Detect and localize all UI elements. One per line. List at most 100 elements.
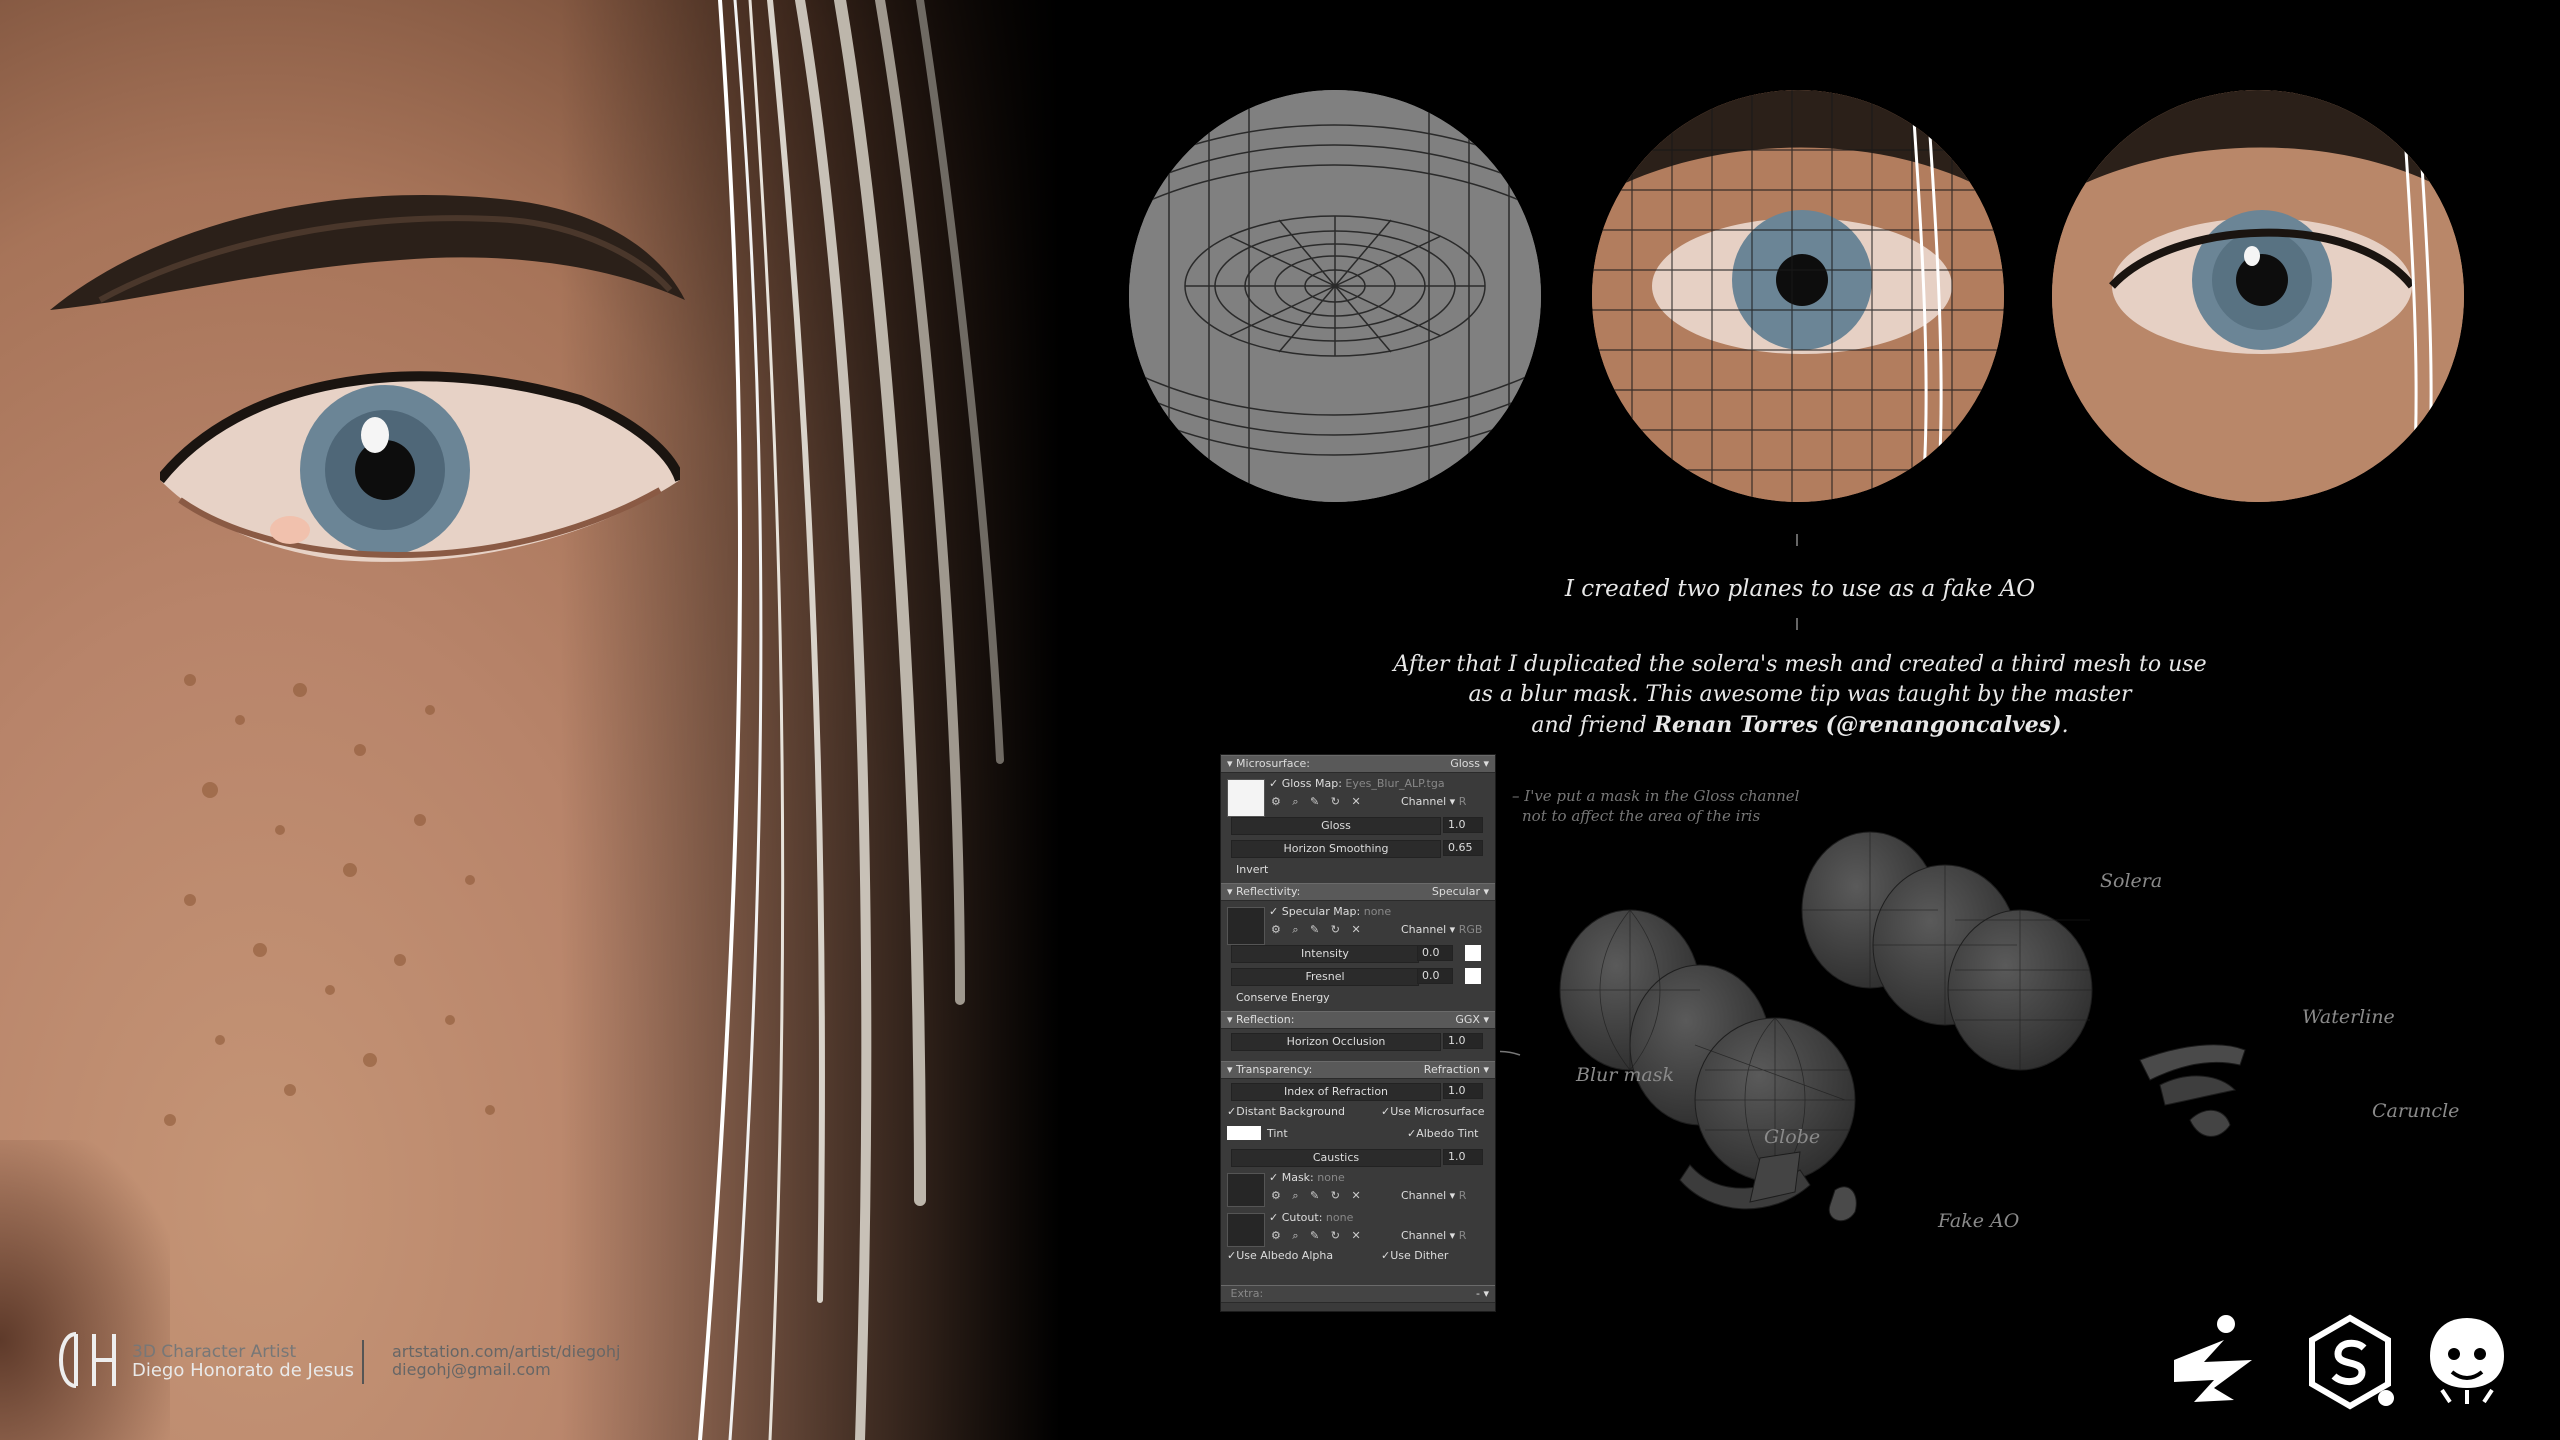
section-title: ▾ Microsurface: (1227, 757, 1310, 770)
mask-tools[interactable]: ⚙ ⌕ ✎ ↻ ✕ (1271, 1189, 1365, 1203)
reflectivity-header[interactable]: ▾ Reflectivity: Specular ▾ (1221, 883, 1495, 901)
ior-slider[interactable]: Index of Refraction (1231, 1083, 1441, 1101)
credit-role: 3D Character Artist (132, 1342, 297, 1362)
intensity-value[interactable]: 0.0 (1417, 945, 1453, 961)
intensity-row[interactable]: Intensity 0.0 (1221, 943, 1495, 963)
caustics-row[interactable]: Caustics 1.0 (1221, 1147, 1495, 1167)
reflection-mode-select[interactable]: GGX ▾ (1455, 1013, 1489, 1026)
specular-map-channel[interactable]: Channel ▾ RGB (1401, 923, 1482, 936)
credit-divider (362, 1340, 364, 1384)
distant-background-checkbox[interactable]: ✓Distant Background (1227, 1105, 1345, 1118)
channel-label: Channel (1401, 795, 1447, 808)
zbrush-icon (2174, 1315, 2252, 1402)
wireframe-eye-circle (1129, 90, 1541, 502)
horizon-occlusion-row[interactable]: Horizon Occlusion 1.0 (1221, 1031, 1495, 1051)
specular-map-file: none (1363, 905, 1392, 918)
microsurface-mode-select[interactable]: Gloss ▾ (1450, 757, 1489, 770)
fresnel-color-swatch[interactable] (1465, 968, 1481, 984)
specular-map-label-text: Specular Map: (1281, 905, 1361, 918)
mask-file: none (1317, 1171, 1345, 1184)
specular-map-thumbnail[interactable] (1227, 907, 1265, 945)
gloss-label: Gloss (1321, 819, 1351, 832)
ior-row[interactable]: Index of Refraction 1.0 (1221, 1081, 1495, 1101)
freckles (164, 674, 495, 1126)
reflection-title: Reflection: (1236, 1013, 1295, 1026)
transparency-mode-select[interactable]: Refraction ▾ (1424, 1063, 1489, 1076)
horizon-smoothing-value[interactable]: 0.65 (1443, 840, 1483, 856)
blur-mask-label: Blur mask (1576, 1064, 1675, 1086)
credit-email[interactable]: diegohj@gmail.com (392, 1360, 551, 1379)
extra-select[interactable]: - ▾ (1476, 1287, 1489, 1300)
cutout-channel[interactable]: Channel ▾ R (1401, 1229, 1466, 1242)
extra-value: - (1475, 1287, 1480, 1300)
gloss-row[interactable]: Gloss 1.0 (1221, 815, 1495, 835)
use-dither-checkbox[interactable]: ✓Use Dither (1381, 1249, 1448, 1262)
transparency-mode: Refraction (1423, 1063, 1480, 1076)
ior-value[interactable]: 1.0 (1443, 1083, 1483, 1099)
channel-value: R (1458, 1229, 1467, 1242)
waterline-label: Waterline (2302, 1006, 2395, 1028)
note-text: and friend (1531, 713, 1654, 738)
extra-header[interactable]: Extra: - ▾ (1221, 1285, 1495, 1303)
face-render (0, 0, 1060, 1440)
gloss-map-thumbnail[interactable] (1227, 779, 1265, 817)
transparency-header[interactable]: ▾ Transparency: Refraction ▾ (1221, 1061, 1495, 1079)
intensity-label: Intensity (1301, 947, 1349, 960)
caustics-value[interactable]: 1.0 (1443, 1149, 1483, 1165)
fresnel-row[interactable]: Fresnel 0.0 (1221, 966, 1495, 986)
reflectivity-mode-select[interactable]: Specular ▾ (1432, 885, 1489, 898)
fresnel-value[interactable]: 0.0 (1417, 968, 1453, 984)
extra-label: Extra: (1230, 1287, 1264, 1300)
gloss-map-file: Eyes_Blur_ALP.tga (1345, 777, 1445, 790)
channel-label: Channel (1401, 923, 1447, 936)
mask-label: ✓ Mask: none (1269, 1171, 1345, 1184)
gloss-map-tools[interactable]: ⚙ ⌕ ✎ ↻ ✕ (1271, 795, 1365, 809)
specular-map-tools[interactable]: ⚙ ⌕ ✎ ↻ ✕ (1271, 923, 1365, 937)
horizon-smoothing-slider[interactable]: Horizon Smoothing (1231, 840, 1441, 858)
use-albedo-alpha-checkbox[interactable]: ✓Use Albedo Alpha (1227, 1249, 1333, 1262)
horizon-occlusion-slider[interactable]: Horizon Occlusion (1231, 1033, 1441, 1051)
albedo-tint-label: Albedo Tint (1416, 1127, 1479, 1140)
blur-mask-note-line2: as a blur mask. This awesome tip was tau… (1468, 682, 2132, 707)
cutout-tools[interactable]: ⚙ ⌕ ✎ ↻ ✕ (1271, 1229, 1365, 1243)
gloss-value[interactable]: 1.0 (1443, 817, 1483, 833)
invert-checkbox[interactable]: Invert (1229, 863, 1268, 876)
mask-thumbnail[interactable] (1227, 1173, 1265, 1207)
mask-channel[interactable]: Channel ▾ R (1401, 1189, 1466, 1202)
cutout-thumbnail[interactable] (1227, 1213, 1265, 1247)
intensity-color-swatch[interactable] (1465, 945, 1481, 961)
credit-url[interactable]: artstation.com/artist/diegohj (392, 1342, 620, 1361)
ior-label: Index of Refraction (1283, 1085, 1389, 1098)
channel-value: R (1458, 1189, 1467, 1202)
horizon-occlusion-value[interactable]: 1.0 (1443, 1033, 1483, 1049)
specular-map-label: ✓ Specular Map: none (1269, 905, 1392, 918)
eyebrow (50, 194, 685, 310)
gloss-map-channel[interactable]: Channel ▾ R (1401, 795, 1466, 808)
microsurface-header[interactable]: ▾ Microsurface: Gloss ▾ (1221, 755, 1495, 773)
fresnel-slider[interactable]: Fresnel (1231, 968, 1419, 986)
substance-icon (2309, 1314, 2394, 1410)
reflection-header[interactable]: ▾ Reflection: GGX ▾ (1221, 1011, 1495, 1029)
connector-tick (1796, 618, 1798, 630)
transparency-title: Transparency: (1236, 1063, 1313, 1076)
albedo-tint-checkbox[interactable]: ✓Albedo Tint (1407, 1127, 1478, 1140)
marmoset-icon (2430, 1318, 2504, 1404)
microsurface-title: Microsurface: (1236, 757, 1310, 770)
horizon-smoothing-row[interactable]: Horizon Smoothing 0.65 (1221, 838, 1495, 858)
reflection-mode: GGX (1455, 1013, 1480, 1026)
gloss-slider[interactable]: Gloss (1231, 817, 1441, 835)
blur-mask-note-line1: After that I duplicated the solera's mes… (1393, 652, 2207, 677)
gloss-map-label-text: Gloss Map: (1281, 777, 1342, 790)
intensity-slider[interactable]: Intensity (1231, 945, 1419, 963)
blur-mask-note: After that I duplicated the solera's mes… (1380, 650, 2220, 741)
caustics-slider[interactable]: Caustics (1231, 1149, 1441, 1167)
conserve-energy-checkbox[interactable]: Conserve Energy (1229, 991, 1330, 1004)
tint-color-swatch[interactable] (1227, 1126, 1261, 1140)
wireframe-overlay-eye-circle (1592, 90, 2004, 502)
hair-strands (698, 0, 1004, 1440)
use-microsurface-checkbox[interactable]: ✓Use Microsurface (1381, 1105, 1485, 1118)
nose-shadow (0, 1140, 170, 1440)
channel-value: R (1458, 795, 1467, 808)
channel-label: Channel (1401, 1189, 1447, 1202)
use-albedo-alpha-label: Use Albedo Alpha (1236, 1249, 1334, 1262)
